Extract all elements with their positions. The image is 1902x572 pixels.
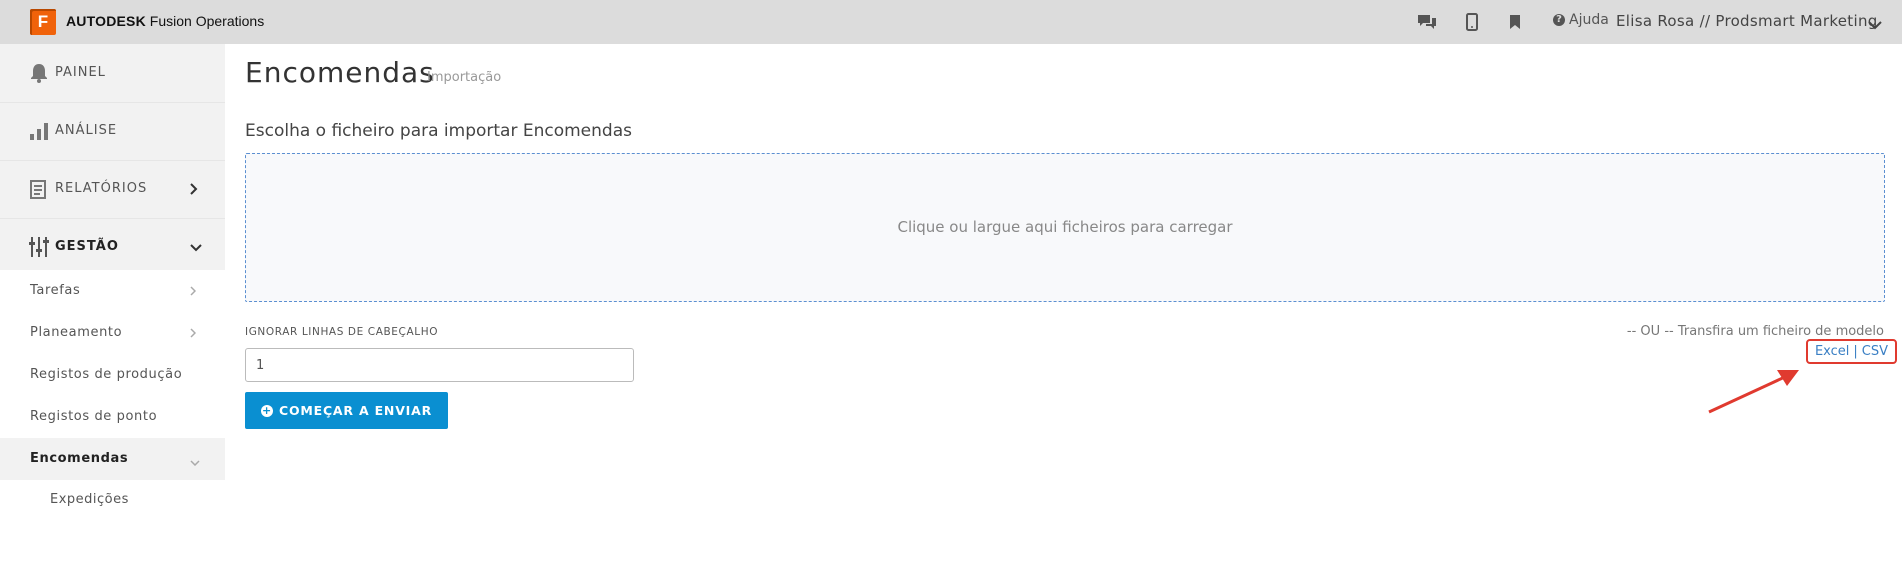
- bell-icon: [28, 62, 50, 84]
- sliders-icon: [28, 236, 50, 258]
- skip-header-input[interactable]: [245, 348, 634, 382]
- user-menu[interactable]: Elisa Rosa // Prodsmart Marketing: [1616, 12, 1878, 30]
- sidebar: PAINEL ANÁLISE RELATÓRIOS GESTÃO Tarefas: [0, 44, 225, 572]
- section-heading: Escolha o ficheiro para importar Encomen…: [245, 121, 632, 141]
- page-subtitle: Importação: [427, 70, 502, 85]
- sidebar-item-relatorios[interactable]: RELATÓRIOS: [0, 160, 225, 218]
- sidebar-item-analise[interactable]: ANÁLISE: [0, 102, 225, 160]
- sidebar-item-label: Encomendas: [30, 451, 129, 466]
- file-dropzone[interactable]: Clique ou largue aqui ficheiros para car…: [245, 153, 1885, 302]
- help-icon: ?: [1553, 14, 1565, 26]
- chevron-right-icon: [190, 285, 197, 300]
- chat-icon[interactable]: [1416, 11, 1438, 33]
- top-bar: F AUTODESK Fusion Operations ? Ajuda Eli…: [0, 0, 1902, 44]
- sidebar-item-label: Planeamento: [30, 325, 123, 340]
- sidebar-item-tarefas[interactable]: Tarefas: [0, 270, 225, 312]
- start-upload-button[interactable]: + COMEÇAR A ENVIAR: [245, 392, 448, 429]
- template-hint: -- OU -- Transfira um ficheiro de modelo: [1626, 324, 1884, 339]
- help-label: Ajuda: [1569, 12, 1609, 28]
- sidebar-item-label: Registos de produção: [30, 367, 183, 382]
- sidebar-item-encomendas[interactable]: Encomendas: [0, 438, 225, 480]
- annotation-arrow: [1708, 370, 1799, 414]
- sidebar-item-label: ANÁLISE: [55, 123, 118, 138]
- brand-name: AUTODESK Fusion Operations: [66, 13, 264, 29]
- template-csv-link[interactable]: CSV: [1862, 344, 1888, 359]
- bookmark-icon[interactable]: [1504, 11, 1526, 33]
- sidebar-item-label: Expedições: [50, 492, 129, 507]
- chevron-down-icon: [190, 241, 202, 256]
- sidebar-item-label: RELATÓRIOS: [55, 181, 148, 196]
- main-content: Encomendas Importação Escolha o ficheiro…: [225, 44, 1902, 528]
- template-excel-link[interactable]: Excel: [1815, 344, 1849, 359]
- start-upload-label: COMEÇAR A ENVIAR: [278, 403, 433, 418]
- sidebar-item-planeamento[interactable]: Planeamento: [0, 312, 225, 354]
- chevron-down-icon: [190, 455, 200, 470]
- sidebar-item-label: PAINEL: [55, 65, 106, 80]
- brand-bold: AUTODESK: [66, 13, 146, 29]
- sidebar-item-registos-producao[interactable]: Registos de produção: [0, 354, 225, 396]
- sidebar-item-registos-ponto[interactable]: Registos de ponto: [0, 396, 225, 438]
- sidebar-item-expedicoes[interactable]: Expedições: [0, 480, 225, 520]
- help-link[interactable]: ? Ajuda: [1553, 12, 1609, 28]
- page-title: Encomendas: [245, 56, 435, 89]
- chevron-right-icon: [190, 327, 197, 342]
- sidebar-item-painel[interactable]: PAINEL: [0, 44, 225, 102]
- template-links: Excel | CSV: [1806, 339, 1897, 364]
- sidebar-submenu: Tarefas Planeamento Registos de produção…: [0, 270, 225, 572]
- skip-header-label: IGNORAR LINHAS DE CABEÇALHO: [245, 326, 439, 338]
- mobile-icon[interactable]: [1461, 11, 1483, 33]
- sidebar-item-label: GESTÃO: [55, 239, 119, 254]
- sidebar-item-gestao[interactable]: GESTÃO: [0, 218, 225, 276]
- sidebar-item-label: Tarefas: [30, 283, 81, 298]
- report-icon: [28, 178, 50, 200]
- chevron-right-icon: [190, 183, 198, 199]
- plus-circle-icon: +: [260, 403, 273, 417]
- chevron-down-icon[interactable]: [1868, 15, 1882, 34]
- brand-rest: Fusion Operations: [149, 13, 265, 29]
- template-separator: |: [1853, 344, 1858, 359]
- app-logo[interactable]: F: [30, 9, 56, 35]
- dropzone-message: Clique ou largue aqui ficheiros para car…: [897, 218, 1233, 236]
- bar-chart-icon: [28, 120, 50, 142]
- sidebar-item-label: Registos de ponto: [30, 409, 158, 424]
